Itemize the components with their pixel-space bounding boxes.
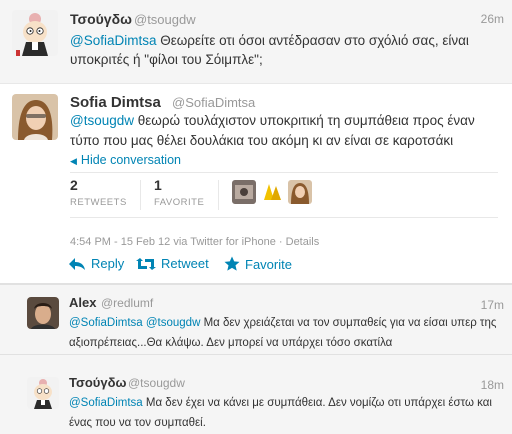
divider	[70, 217, 498, 218]
favorites-label: FAVORITE	[154, 197, 205, 208]
author-name[interactable]: Τσούγδω	[69, 375, 126, 390]
mention-link[interactable]: @tsougdw	[70, 113, 134, 128]
favorites-count: 1	[154, 177, 162, 193]
author-handle[interactable]: @tsougdw	[134, 12, 196, 27]
tweet-text: @SofiaDimtsa @tsougdw Μα δεν χρειάζεται …	[69, 313, 507, 353]
mention-link[interactable]: @tsougdw	[146, 317, 201, 329]
reply-tweet[interactable]: Alex @redlumf 17m @SofiaDimtsa @tsougdw …	[0, 285, 512, 355]
tweet-time[interactable]: 17m	[481, 298, 504, 312]
mention-link[interactable]: @SofiaDimtsa	[69, 317, 143, 329]
tweet-text: @SofiaDimtsa Μα δεν έχει να κάνει με συμ…	[69, 393, 507, 433]
replies-list: Alex @redlumf 17m @SofiaDimtsa @tsougdw …	[0, 284, 512, 434]
tweet-time[interactable]: 18m	[481, 378, 504, 392]
favorite-label: Favorite	[245, 256, 292, 272]
avatar[interactable]	[27, 297, 59, 329]
avatar[interactable]	[12, 10, 58, 56]
reply-tweet[interactable]: Τσούγδω @tsougdw 18m @SofiaDimtsa Μα δεν…	[0, 365, 512, 434]
retweet-button[interactable]: Retweet	[136, 256, 209, 271]
tweet-text: @SofiaDimtsa Θεωρείτε οτι όσοι αντέδρασα…	[70, 31, 500, 69]
hide-conversation-label: Hide conversation	[80, 153, 181, 167]
mention-link[interactable]: @SofiaDimtsa	[70, 33, 156, 48]
author-name[interactable]: Alex	[69, 295, 96, 310]
hide-conversation-link[interactable]: ◀ Hide conversation	[70, 153, 181, 167]
star-icon	[224, 256, 240, 271]
mention-link[interactable]: @SofiaDimtsa	[69, 397, 143, 409]
divider	[218, 180, 219, 210]
favoriter-avatar[interactable]	[288, 180, 312, 204]
chevron-left-icon: ◀	[70, 156, 77, 166]
tweet-time[interactable]: 26m	[481, 12, 504, 26]
tweet-main: Sofia Dimtsa @SofiaDimtsa @tsougdw θεωρώ…	[0, 84, 512, 284]
reply-button[interactable]: Reply	[68, 256, 124, 271]
tweet-text: @tsougdw θεωρώ τουλάχιστον υποκριτική τη…	[70, 111, 502, 151]
retweeter-avatar[interactable]	[232, 180, 256, 204]
divider	[70, 172, 498, 173]
tweet-top[interactable]: Τσούγδω @tsougdw 26m @SofiaDimtsa Θεωρεί…	[0, 0, 512, 84]
retweets-stat[interactable]: 2 RETWEETS	[70, 177, 127, 208]
author-name[interactable]: Τσούγδω	[70, 11, 132, 27]
favorite-button[interactable]: Favorite	[224, 256, 292, 272]
retweet-label: Retweet	[161, 256, 209, 271]
retweet-icon	[136, 257, 156, 270]
tweet-meta[interactable]: 4:54 PM - 15 Feb 12 via Twitter for iPho…	[70, 236, 319, 248]
reply-label: Reply	[91, 256, 125, 271]
avatar[interactable]	[12, 94, 58, 140]
author-handle[interactable]: @SofiaDimtsa	[172, 95, 255, 110]
retweets-label: RETWEETS	[70, 197, 127, 208]
reply-arrow-icon	[69, 257, 85, 270]
avatar[interactable]	[27, 377, 59, 409]
author-handle[interactable]: @redlumf	[101, 296, 153, 310]
retweets-count: 2	[70, 177, 78, 193]
favorites-stat[interactable]: 1 FAVORITE	[154, 177, 204, 208]
divider	[140, 180, 141, 210]
retweeter-avatar[interactable]	[260, 180, 284, 204]
author-handle[interactable]: @tsougdw	[128, 376, 185, 390]
author-name[interactable]: Sofia Dimtsa	[70, 94, 161, 111]
